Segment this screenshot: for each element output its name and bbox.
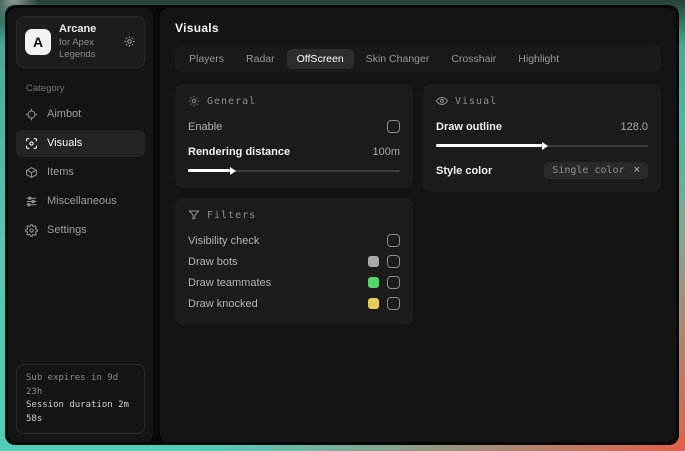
tab-offscreen[interactable]: OffScreen <box>286 49 354 69</box>
slider-fill <box>436 144 542 147</box>
rendering-distance-slider[interactable] <box>188 165 400 177</box>
visibility-check-checkbox[interactable] <box>387 234 400 247</box>
gear-icon[interactable] <box>123 35 136 48</box>
app-logo: A <box>25 28 51 55</box>
draw-knocked-label: Draw knocked <box>188 297 258 310</box>
panel-title: General <box>207 95 257 107</box>
draw-teammates-color-swatch[interactable] <box>368 277 379 288</box>
sun-icon <box>188 95 200 107</box>
sidebar-item-label: Visuals <box>47 137 83 149</box>
sidebar-item-visuals[interactable]: Visuals <box>16 129 145 157</box>
panel-title: Visual <box>455 95 498 107</box>
panel-title: Filters <box>207 209 257 221</box>
visual-panel-header: Visual <box>436 95 648 107</box>
sidebar-item-label: Aimbot <box>47 108 82 120</box>
draw-bots-row: Draw bots <box>188 251 400 272</box>
visibility-check-label: Visibility check <box>188 234 260 247</box>
draw-knocked-color-swatch[interactable] <box>368 298 379 309</box>
eye-scan-icon <box>25 137 38 150</box>
session-duration-text: Session duration 2m 58s <box>26 400 129 424</box>
crosshair-icon <box>25 108 38 121</box>
tab-content: General Enable Rendering distance 100m F… <box>175 84 661 325</box>
sidebar-item-settings[interactable]: Settings <box>16 217 145 244</box>
logo-card: A Arcane for Apex Legends <box>16 16 145 68</box>
sidebar-nav: Aimbot Visuals Items Miscellaneous Setti… <box>16 101 145 244</box>
draw-teammates-checkbox[interactable] <box>387 276 400 289</box>
visibility-check-row: Visibility check <box>188 230 400 251</box>
general-panel: General Enable Rendering distance 100m <box>175 84 413 188</box>
sidebar-item-label: Settings <box>47 224 87 236</box>
sidebar-item-label: Miscellaneous <box>47 195 117 207</box>
app-subtitle: for Apex Legends <box>59 36 96 60</box>
rendering-distance-value: 100m <box>372 145 400 158</box>
right-column: Visual Draw outline 128.0 Style color Si… <box>423 84 661 192</box>
sliders-icon <box>25 195 38 208</box>
main-content: Visuals Players Radar OffScreen Skin Cha… <box>160 8 676 442</box>
draw-outline-row: Draw outline 128.0 <box>436 116 648 137</box>
style-color-row: Style color Single color × <box>436 160 648 181</box>
sub-expires-text: Sub expires in 9d 23h <box>26 373 119 397</box>
draw-knocked-row: Draw knocked <box>188 293 400 314</box>
tab-skin-changer[interactable]: Skin Changer <box>356 49 440 69</box>
enable-checkbox[interactable] <box>387 120 400 133</box>
sidebar-item-items[interactable]: Items <box>16 159 145 186</box>
tab-highlight[interactable]: Highlight <box>508 49 569 69</box>
style-color-value: Single color <box>552 165 625 176</box>
rendering-distance-row: Rendering distance 100m <box>188 141 400 162</box>
draw-teammates-label: Draw teammates <box>188 276 272 289</box>
draw-bots-color-swatch[interactable] <box>368 256 379 267</box>
sidebar: A Arcane for Apex Legends Category Aimbo… <box>8 8 153 442</box>
draw-outline-label: Draw outline <box>436 120 503 133</box>
gear-icon <box>25 223 38 237</box>
draw-bots-checkbox[interactable] <box>387 255 400 268</box>
draw-teammates-row: Draw teammates <box>188 272 400 293</box>
tab-players[interactable]: Players <box>179 49 234 69</box>
tab-crosshair[interactable]: Crosshair <box>441 49 506 69</box>
funnel-icon <box>188 209 200 221</box>
tab-radar[interactable]: Radar <box>236 49 285 69</box>
eye-icon <box>436 95 448 107</box>
general-panel-header: General <box>188 95 400 107</box>
category-label: Category <box>26 82 65 94</box>
rendering-distance-label: Rendering distance <box>188 145 291 158</box>
draw-outline-value: 128.0 <box>620 120 648 133</box>
slider-fill <box>188 169 231 172</box>
sidebar-item-miscellaneous[interactable]: Miscellaneous <box>16 188 145 215</box>
sidebar-item-aimbot[interactable]: Aimbot <box>16 101 145 128</box>
draw-bots-label: Draw bots <box>188 255 238 268</box>
filters-panel: Filters Visibility check Draw bots Draw … <box>175 198 413 325</box>
style-color-select[interactable]: Single color × <box>544 162 648 179</box>
sidebar-item-label: Items <box>47 166 74 178</box>
app-window: A Arcane for Apex Legends Category Aimbo… <box>5 5 679 445</box>
style-color-label: Style color <box>436 164 493 177</box>
draw-outline-slider[interactable] <box>436 140 648 152</box>
left-column: General Enable Rendering distance 100m F… <box>175 84 413 325</box>
enable-row: Enable <box>188 116 400 137</box>
app-meta: Arcane for Apex Legends <box>59 23 115 61</box>
filters-panel-header: Filters <box>188 209 400 221</box>
tab-bar: Players Radar OffScreen Skin Changer Cro… <box>175 46 661 72</box>
page-title: Visuals <box>175 21 219 35</box>
box-icon <box>25 166 38 179</box>
close-icon[interactable]: × <box>634 165 640 176</box>
app-title: Arcane <box>59 23 97 35</box>
visual-panel: Visual Draw outline 128.0 Style color Si… <box>423 84 661 192</box>
subscription-card: Sub expires in 9d 23h Session duration 2… <box>16 364 145 434</box>
draw-knocked-checkbox[interactable] <box>387 297 400 310</box>
enable-label: Enable <box>188 120 223 133</box>
